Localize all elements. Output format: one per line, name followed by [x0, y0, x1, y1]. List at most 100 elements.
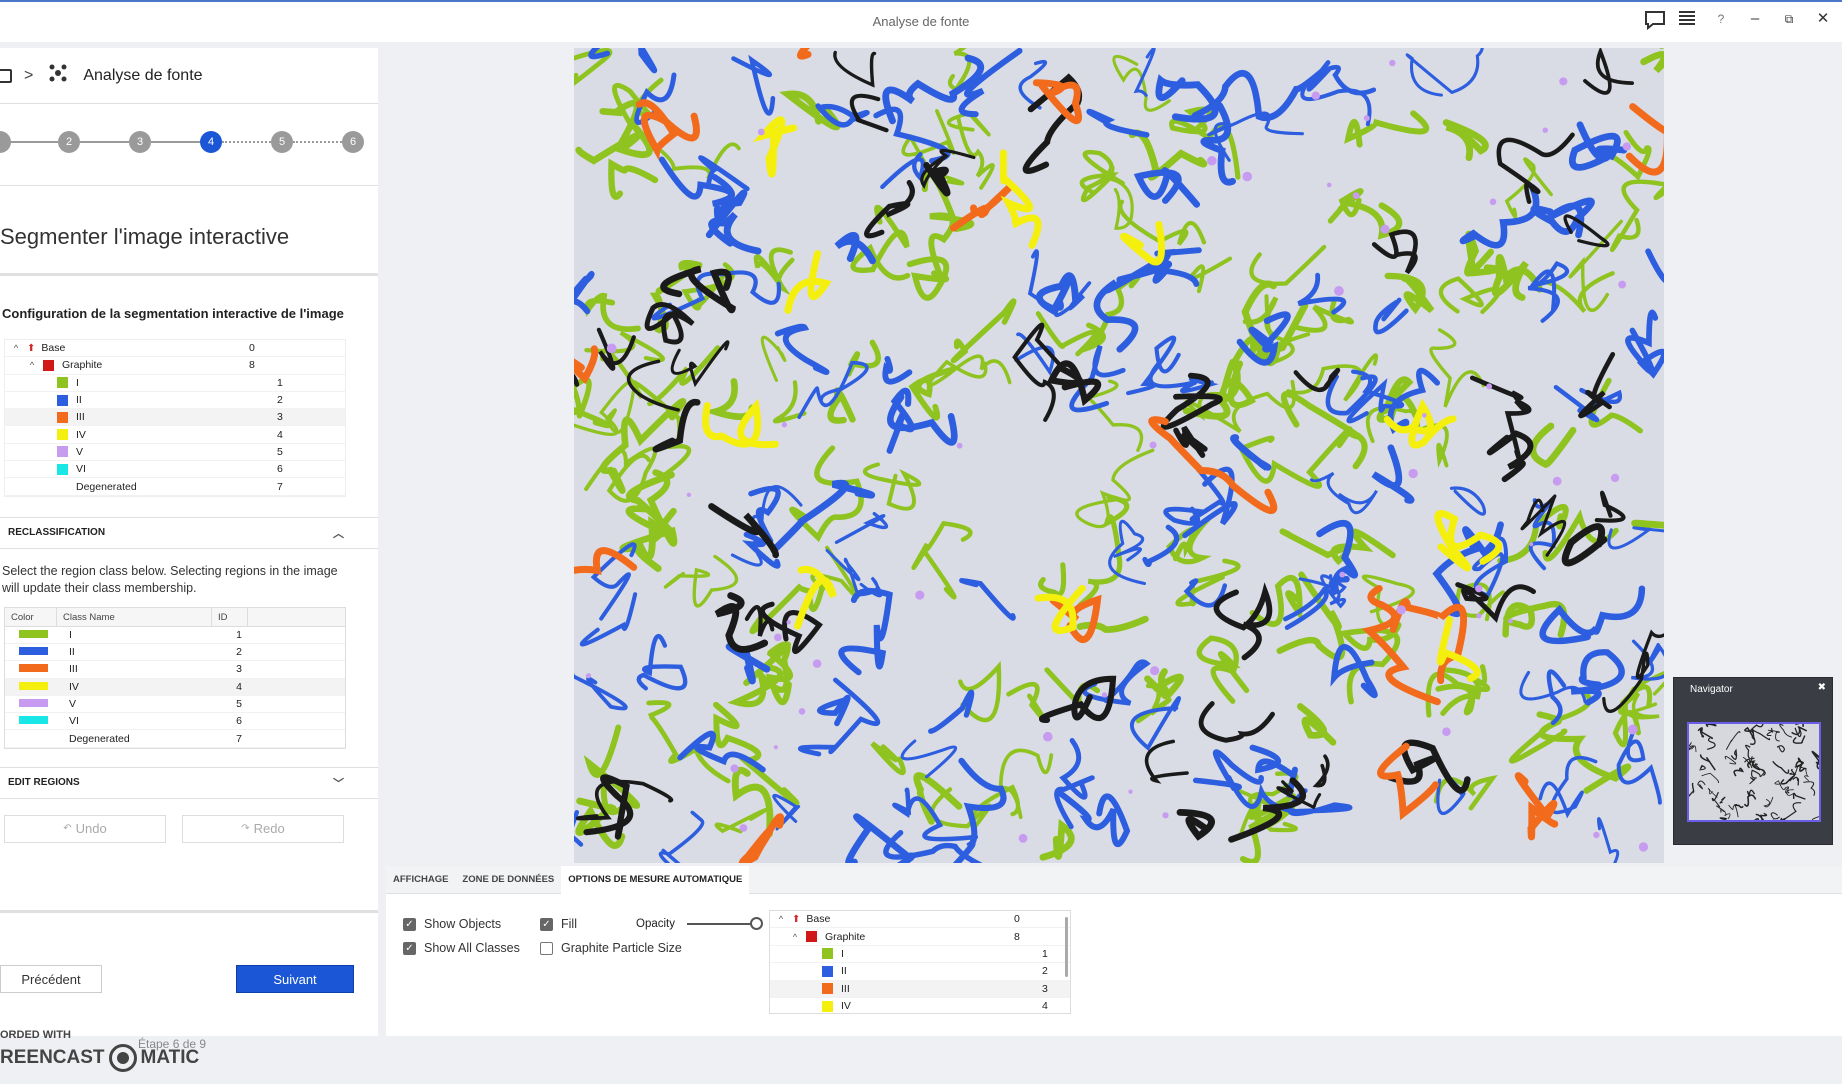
- graphite-nodule: [1018, 833, 1028, 843]
- graphite-nodule: [1638, 842, 1649, 852]
- tab-options-mesure[interactable]: OPTIONS DE MESURE AUTOMATIQUE: [561, 865, 750, 894]
- chevron-up-icon[interactable]: ^: [9, 343, 23, 353]
- minimize-icon[interactable]: –: [1746, 10, 1764, 28]
- graphite-nodule: [1389, 59, 1396, 67]
- grid-row[interactable]: I1: [5, 627, 345, 644]
- navigator-close-icon[interactable]: ✖: [1818, 682, 1826, 693]
- thumbnail-flake: [1697, 780, 1706, 790]
- tree-row[interactable]: IV 4: [5, 426, 345, 444]
- color-swatch: [43, 359, 54, 371]
- graphite-nodule: [1476, 613, 1482, 619]
- graphite-nodule: [1162, 812, 1169, 819]
- edit-regions-header[interactable]: EDIT REGIONS ﹀: [0, 766, 378, 799]
- undo-button[interactable]: ↶ Undo: [4, 814, 166, 843]
- tree-row[interactable]: ^ Graphite 8: [5, 357, 345, 375]
- redo-label: Redo: [253, 821, 285, 837]
- step-2[interactable]: 2: [58, 131, 80, 153]
- grid-color-cell: [5, 681, 57, 693]
- home-icon[interactable]: [0, 68, 12, 83]
- tree-row[interactable]: I1: [5, 375, 345, 392]
- chevron-up-icon[interactable]: ^: [25, 360, 39, 370]
- thumbnail-flake: [1751, 769, 1761, 779]
- tree-row[interactable]: ^ ⬆ Base 0: [5, 340, 345, 358]
- reclassification-header[interactable]: RECLASSIFICATION ︿: [0, 516, 378, 549]
- grid-row[interactable]: II 2: [5, 644, 345, 662]
- grid-id-cell: 3: [236, 663, 242, 676]
- next-button[interactable]: Suivant: [236, 965, 354, 993]
- graphite-nodule: [1542, 127, 1549, 133]
- col-color[interactable]: Color: [5, 607, 57, 626]
- restore-icon[interactable]: ⧉: [1780, 10, 1798, 28]
- tree-row[interactable]: V5: [5, 444, 345, 462]
- thumbnail-flake: [1792, 792, 1806, 800]
- step-4[interactable]: 4: [200, 131, 222, 153]
- particle-size-checkbox[interactable]: Graphite Particle Size: [540, 938, 682, 958]
- tree-row[interactable]: Degenerated 7: [5, 478, 345, 496]
- col-id[interactable]: ID: [212, 607, 248, 626]
- tree-value: 6: [277, 463, 283, 476]
- graphite-nodule: [1380, 224, 1390, 234]
- navigator-thumbnail[interactable]: [1687, 722, 1821, 822]
- scrollbar[interactable]: [1065, 917, 1068, 977]
- graphite-nodule: [1618, 280, 1627, 289]
- tab-affichage[interactable]: AFFICHAGE: [386, 866, 455, 894]
- chevron-up-icon[interactable]: ^: [788, 932, 802, 942]
- thumbnail-flake: [1804, 767, 1810, 782]
- graphite-nodule: [730, 764, 739, 773]
- tree-label: I: [76, 376, 79, 389]
- thumbnail-flake: [1766, 727, 1774, 737]
- help-icon[interactable]: ?: [1712, 10, 1730, 28]
- color-swatch: [57, 446, 68, 458]
- tree-row[interactable]: I1: [770, 946, 1070, 964]
- step-3[interactable]: 3: [129, 131, 151, 153]
- undo-label: Undo: [75, 821, 107, 837]
- tree-row[interactable]: ^ Graphite 8: [770, 928, 1070, 946]
- thumbnail-flake: [1701, 772, 1720, 784]
- tree-row[interactable]: II 2: [770, 963, 1070, 981]
- tab-zone-de-donnees[interactable]: ZONE DE DONNÉES: [455, 866, 561, 894]
- chat-icon[interactable]: [1644, 10, 1665, 31]
- grid-row[interactable]: III 3: [5, 661, 345, 679]
- step-5[interactable]: 5: [271, 131, 293, 153]
- close-icon[interactable]: ✕: [1814, 10, 1832, 28]
- tree-row[interactable]: ^ ⬆ Base 0: [770, 911, 1070, 929]
- show-objects-checkbox[interactable]: ✓ Show Objects: [403, 914, 520, 934]
- grid-row[interactable]: V5: [5, 696, 345, 714]
- class-grid: Color Class Name ID I 1 II 2 III 3 IV 4 V 5 VI 6 Deg…: [4, 606, 346, 749]
- tree-row[interactable]: III 3: [5, 409, 345, 427]
- grid-row[interactable]: Degenerated 7: [5, 730, 345, 748]
- grid-row[interactable]: VI 6: [5, 713, 345, 731]
- navigator-panel[interactable]: Navigator ✖: [1673, 677, 1833, 845]
- graphite-nodule: [1149, 441, 1157, 449]
- thumbnail-flake: [1743, 794, 1757, 807]
- previous-button[interactable]: Précédent: [0, 965, 102, 993]
- step-1[interactable]: [0, 131, 11, 153]
- color-swatch: [57, 429, 68, 441]
- col-class-name[interactable]: Class Name: [57, 607, 212, 626]
- color-swatch: [822, 965, 833, 977]
- chevron-up-icon[interactable]: ^: [774, 914, 788, 924]
- color-swatch: [822, 948, 833, 960]
- thumbnail-flake: [1789, 768, 1797, 775]
- graphite-nodule: [1489, 198, 1497, 206]
- tree-row[interactable]: IV 4: [770, 998, 1070, 1013]
- tree-row[interactable]: II 2: [5, 392, 345, 410]
- grid-row[interactable]: IV 4: [5, 678, 345, 696]
- tree-row[interactable]: VI 6: [5, 461, 345, 479]
- tree-label: VI: [76, 463, 86, 476]
- grid-name-cell: V: [69, 698, 77, 710]
- thumbnail-flake: [1780, 775, 1794, 785]
- left-panel: > Analyse de fonte 2 3 4 5 6 Segmenter l…: [0, 48, 378, 1072]
- menu-icon[interactable]: [1678, 10, 1696, 28]
- redo-button[interactable]: ↷ Redo: [182, 814, 344, 843]
- graphite-nodule: [1363, 115, 1370, 122]
- segmented-image[interactable]: [574, 48, 1664, 863]
- tree-value: 1: [1042, 947, 1048, 960]
- micrograph-image[interactable]: [574, 48, 1664, 863]
- slider-knob[interactable]: [750, 917, 763, 930]
- step-6[interactable]: 6: [342, 131, 364, 153]
- grid-header: Color Class Name ID: [5, 607, 345, 627]
- show-all-classes-checkbox[interactable]: ✓ Show All Classes: [403, 938, 520, 958]
- opacity-slider[interactable]: [687, 917, 763, 930]
- tree-row[interactable]: III 3: [770, 980, 1070, 998]
